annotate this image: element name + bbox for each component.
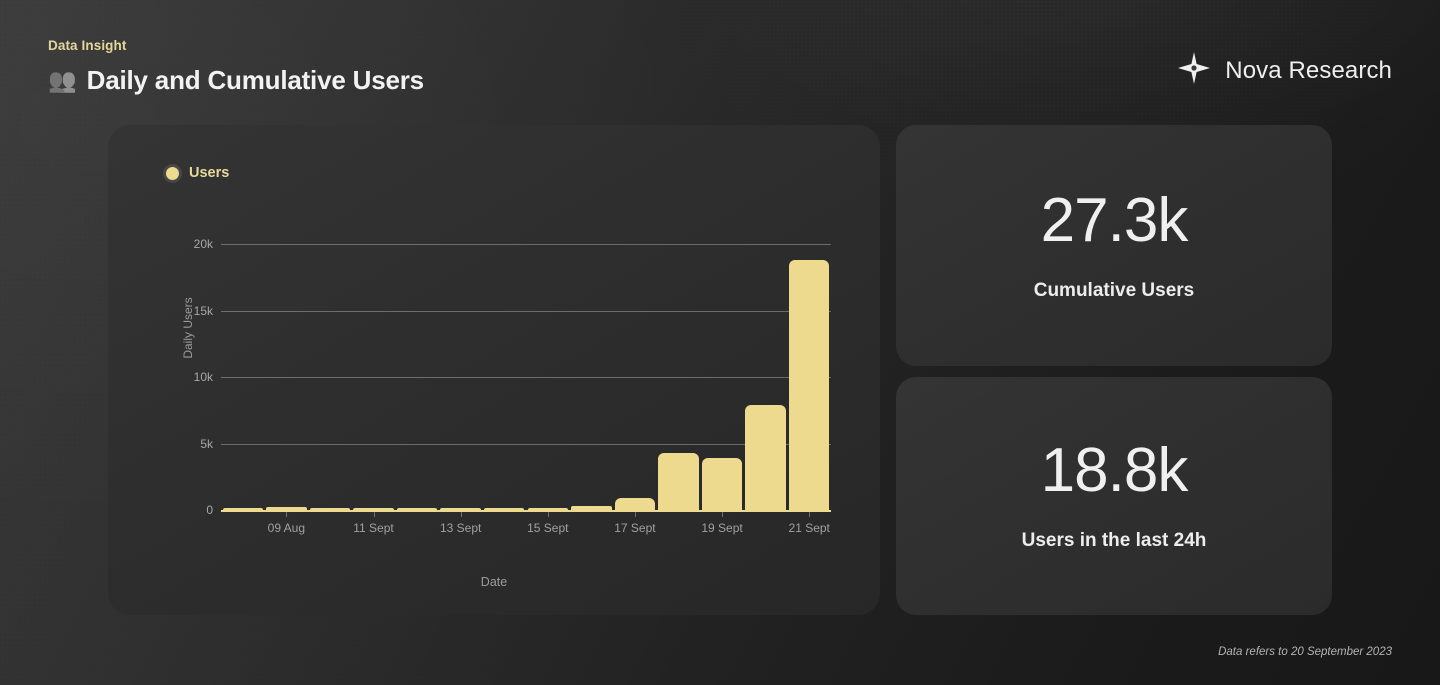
brand-logo: Nova Research bbox=[1176, 50, 1392, 91]
bar-chart-plot: Daily Users Date 0 5k 10k 15k 20k 09 Aug 11 Se… bbox=[108, 125, 880, 615]
brand-name: Nova Research bbox=[1225, 56, 1392, 84]
x-axis-tick-mark bbox=[722, 512, 724, 517]
four-point-star-icon bbox=[1176, 50, 1212, 91]
kpi-card-users-last-24h: 18.8k Users in the last 24h bbox=[896, 377, 1332, 615]
y-axis-tick-label: 15k bbox=[193, 303, 213, 318]
chart-gridline bbox=[221, 443, 831, 445]
x-axis-line bbox=[221, 510, 831, 512]
chart-gridline bbox=[221, 310, 831, 312]
kpi-label: Users in the last 24h bbox=[1021, 530, 1207, 551]
x-axis-tick-label: 13 Sept bbox=[439, 521, 482, 535]
x-axis-tick-label: 19 Sept bbox=[701, 521, 743, 535]
x-axis-tick-label: 21 Sept bbox=[788, 521, 830, 535]
x-axis-tick-label: 15 Sept bbox=[527, 521, 569, 535]
kpi-label: Cumulative Users bbox=[1033, 279, 1195, 301]
x-axis-tick-mark bbox=[809, 512, 811, 517]
x-axis-tick-mark bbox=[373, 512, 375, 517]
y-axis-tick-label: 10k bbox=[193, 370, 213, 384]
chart-gridline bbox=[221, 377, 831, 378]
kpi-value: 18.8k bbox=[1040, 436, 1189, 505]
chart-bar[interactable] bbox=[701, 458, 743, 510]
users-emoji-icon: 👥 bbox=[48, 67, 77, 93]
page-title: Daily and Cumulative Users bbox=[86, 65, 424, 95]
kpi-value: 27.3k bbox=[1040, 185, 1189, 255]
x-axis-title: Date bbox=[480, 575, 508, 589]
chart-bar[interactable] bbox=[614, 498, 656, 510]
x-axis-tick-mark bbox=[460, 512, 462, 517]
chart-card: Users Daily Users Date 0 5k 10k 15k 20k 09 Au… bbox=[108, 125, 880, 615]
page-header: Data Insight 👥 Daily and Cumulative User… bbox=[48, 38, 1392, 102]
y-axis-tick-label: 20k bbox=[193, 237, 213, 251]
kpi-card-cumulative-users: 27.3k Cumulative Users bbox=[896, 125, 1332, 366]
x-axis-tick-label: 09 Aug bbox=[267, 521, 306, 535]
chart-bar[interactable] bbox=[658, 452, 699, 510]
x-axis-tick-mark bbox=[634, 512, 636, 517]
x-axis-tick-label: 17 Sept bbox=[614, 521, 656, 535]
chart-bar[interactable] bbox=[745, 404, 786, 510]
footer-note: Data refers to 20 September 2023 bbox=[1218, 646, 1392, 658]
x-axis-tick-mark bbox=[547, 512, 549, 517]
chart-bar[interactable] bbox=[788, 259, 830, 510]
x-axis-tick-mark bbox=[286, 512, 288, 517]
y-axis-tick-label: 5k bbox=[200, 436, 213, 451]
y-axis-tick-label: 0 bbox=[206, 503, 213, 517]
chart-gridline bbox=[221, 244, 831, 245]
x-axis-tick-label: 11 Sept bbox=[353, 521, 394, 535]
